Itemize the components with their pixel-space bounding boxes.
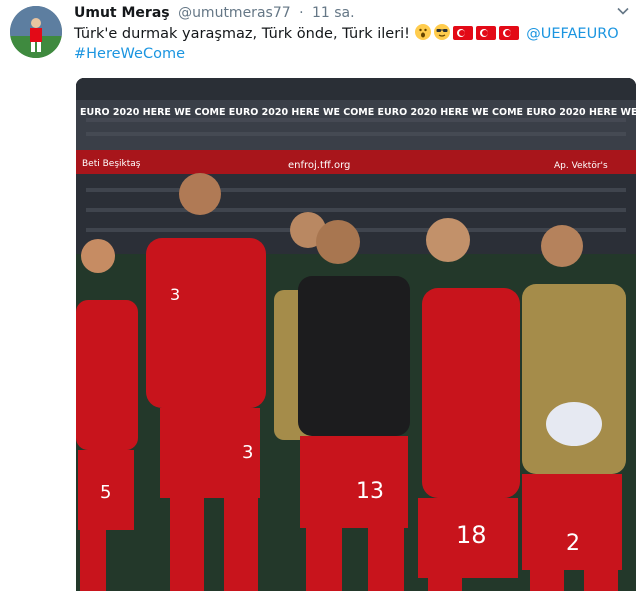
separator: · <box>299 5 304 21</box>
shirt-number-2: 3 <box>170 285 180 304</box>
tweet[interactable]: Umut Meraş @umutmeras77 · 11 sa. Türk'e … <box>0 0 640 591</box>
ad-board-text: enfroj.tff.org <box>288 160 350 171</box>
team-celebration-photo: EURO 2020 HERE WE COME EURO 2020 HERE WE… <box>76 78 636 591</box>
astonished-face-icon <box>414 24 431 40</box>
shirt-number-3: 13 <box>356 479 384 504</box>
tweet-text: Türk'e durmak yaraşmaz, Türk önde, Türk … <box>74 24 630 64</box>
turkey-flag-icon <box>498 26 519 40</box>
tweet-header: Umut Meraş @umutmeras77 · 11 sa. <box>74 4 355 22</box>
tweet-photo[interactable]: EURO 2020 HERE WE COME EURO 2020 HERE WE… <box>76 78 636 591</box>
shirt-number-5: 2 <box>566 531 580 556</box>
author-name[interactable]: Umut Meraş <box>74 5 170 21</box>
author-handle[interactable]: @umutmeras77 <box>178 5 291 21</box>
shirt-number-1: 5 <box>100 482 111 503</box>
ad-board-right: Ap. Vektör's <box>554 161 608 171</box>
sunglasses-face-icon <box>433 24 450 40</box>
chevron-down-icon[interactable] <box>616 4 630 18</box>
turkey-flag-icon <box>475 26 496 40</box>
avatar[interactable] <box>10 6 62 58</box>
ad-board-left: Beti Beşiktaş <box>82 159 141 169</box>
avatar-image <box>10 6 62 58</box>
timestamp[interactable]: 11 sa. <box>312 5 355 21</box>
turkey-flag-icon <box>452 26 473 40</box>
hashtag-link[interactable]: #HereWeCome <box>74 46 185 62</box>
shirt-number-4: 18 <box>456 521 487 549</box>
mention-link[interactable]: @UEFAEURO <box>526 26 618 42</box>
shirt-number-6: 3 <box>242 442 253 463</box>
tweet-body: Türk'e durmak yaraşmaz, Türk önde, Türk … <box>74 26 410 42</box>
banner-text: EURO 2020 HERE WE COME EURO 2020 HERE WE… <box>80 107 636 118</box>
